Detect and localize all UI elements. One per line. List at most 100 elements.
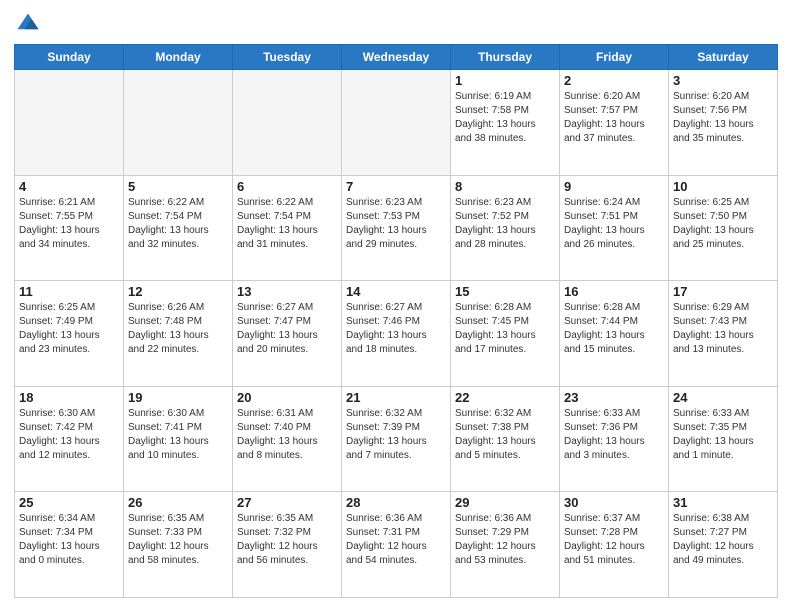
- day-number: 4: [19, 179, 119, 194]
- calendar-cell: 16 Sunrise: 6:28 AM Sunset: 7:44 PM Dayli…: [560, 281, 669, 387]
- day-info: Sunrise: 6:20 AM Sunset: 7:57 PM Dayligh…: [564, 90, 664, 146]
- day-number: 8: [455, 179, 555, 194]
- calendar-cell: 9 Sunrise: 6:24 AM Sunset: 7:51 PM Daylig…: [560, 175, 669, 281]
- calendar-cell: 24 Sunrise: 6:33 AM Sunset: 7:35 PM Dayli…: [669, 386, 778, 492]
- day-info: Sunrise: 6:27 AM Sunset: 7:47 PM Dayligh…: [237, 301, 337, 357]
- day-number: 11: [19, 284, 119, 299]
- calendar-cell: 15 Sunrise: 6:28 AM Sunset: 7:45 PM Dayli…: [451, 281, 560, 387]
- calendar-cell: [342, 70, 451, 176]
- calendar-cell: 30Sunrise: 6:37 AM Sunset: 7:28 PM Dayli…: [560, 492, 669, 598]
- calendar-cell: 18 Sunrise: 6:30 AM Sunset: 7:42 PM Dayli…: [15, 386, 124, 492]
- calendar-cell: 14 Sunrise: 6:27 AM Sunset: 7:46 PM Dayli…: [342, 281, 451, 387]
- calendar-week-4: 18 Sunrise: 6:30 AM Sunset: 7:42 PM Dayli…: [15, 386, 778, 492]
- day-info: Sunrise: 6:28 AM Sunset: 7:45 PM Dayligh…: [455, 301, 555, 357]
- calendar-cell: 7 Sunrise: 6:23 AM Sunset: 7:53 PM Daylig…: [342, 175, 451, 281]
- day-info: Sunrise: 6:33 AM Sunset: 7:35 PM Dayligh…: [673, 407, 773, 463]
- day-number: 12: [128, 284, 228, 299]
- calendar-cell: 29Sunrise: 6:36 AM Sunset: 7:29 PM Dayli…: [451, 492, 560, 598]
- day-info: Sunrise: 6:32 AM Sunset: 7:39 PM Dayligh…: [346, 407, 446, 463]
- day-info: Sunrise: 6:36 AM Sunset: 7:31 PM Dayligh…: [346, 512, 446, 568]
- day-info: Sunrise: 6:36 AM Sunset: 7:29 PM Dayligh…: [455, 512, 555, 568]
- day-info: Sunrise: 6:29 AM Sunset: 7:43 PM Dayligh…: [673, 301, 773, 357]
- day-info: Sunrise: 6:35 AM Sunset: 7:32 PM Dayligh…: [237, 512, 337, 568]
- day-number: 15: [455, 284, 555, 299]
- day-info: Sunrise: 6:27 AM Sunset: 7:46 PM Dayligh…: [346, 301, 446, 357]
- day-info: Sunrise: 6:25 AM Sunset: 7:49 PM Dayligh…: [19, 301, 119, 357]
- calendar-cell: 4 Sunrise: 6:21 AM Sunset: 7:55 PM Daylig…: [15, 175, 124, 281]
- day-info: Sunrise: 6:19 AM Sunset: 7:58 PM Dayligh…: [455, 90, 555, 146]
- calendar-header-row: SundayMondayTuesdayWednesdayThursdayFrid…: [15, 45, 778, 70]
- calendar-cell: 20 Sunrise: 6:31 AM Sunset: 7:40 PM Dayli…: [233, 386, 342, 492]
- day-number: 22: [455, 390, 555, 405]
- day-info: Sunrise: 6:31 AM Sunset: 7:40 PM Dayligh…: [237, 407, 337, 463]
- day-info: Sunrise: 6:20 AM Sunset: 7:56 PM Dayligh…: [673, 90, 773, 146]
- day-number: 16: [564, 284, 664, 299]
- calendar-cell: 3 Sunrise: 6:20 AM Sunset: 7:56 PM Daylig…: [669, 70, 778, 176]
- calendar-cell: [124, 70, 233, 176]
- day-info: Sunrise: 6:28 AM Sunset: 7:44 PM Dayligh…: [564, 301, 664, 357]
- day-number: 19: [128, 390, 228, 405]
- day-number: 25: [19, 495, 119, 510]
- header: [14, 10, 778, 38]
- day-number: 2: [564, 73, 664, 88]
- day-info: Sunrise: 6:32 AM Sunset: 7:38 PM Dayligh…: [455, 407, 555, 463]
- calendar-header-thursday: Thursday: [451, 45, 560, 70]
- day-number: 20: [237, 390, 337, 405]
- day-number: 31: [673, 495, 773, 510]
- calendar-cell: 12 Sunrise: 6:26 AM Sunset: 7:48 PM Dayli…: [124, 281, 233, 387]
- day-number: 18: [19, 390, 119, 405]
- day-info: Sunrise: 6:21 AM Sunset: 7:55 PM Dayligh…: [19, 196, 119, 252]
- calendar-cell: 11 Sunrise: 6:25 AM Sunset: 7:49 PM Dayli…: [15, 281, 124, 387]
- day-info: Sunrise: 6:23 AM Sunset: 7:53 PM Dayligh…: [346, 196, 446, 252]
- calendar-cell: 2 Sunrise: 6:20 AM Sunset: 7:57 PM Daylig…: [560, 70, 669, 176]
- day-number: 27: [237, 495, 337, 510]
- day-number: 24: [673, 390, 773, 405]
- day-number: 26: [128, 495, 228, 510]
- calendar-header-wednesday: Wednesday: [342, 45, 451, 70]
- calendar-header-saturday: Saturday: [669, 45, 778, 70]
- day-info: Sunrise: 6:30 AM Sunset: 7:42 PM Dayligh…: [19, 407, 119, 463]
- calendar-cell: [233, 70, 342, 176]
- calendar-cell: 21Sunrise: 6:32 AM Sunset: 7:39 PM Dayli…: [342, 386, 451, 492]
- calendar-cell: 10 Sunrise: 6:25 AM Sunset: 7:50 PM Dayli…: [669, 175, 778, 281]
- day-info: Sunrise: 6:23 AM Sunset: 7:52 PM Dayligh…: [455, 196, 555, 252]
- calendar-week-1: 1 Sunrise: 6:19 AM Sunset: 7:58 PM Daylig…: [15, 70, 778, 176]
- calendar-cell: 27 Sunrise: 6:35 AM Sunset: 7:32 PM Dayli…: [233, 492, 342, 598]
- day-info: Sunrise: 6:24 AM Sunset: 7:51 PM Dayligh…: [564, 196, 664, 252]
- day-number: 3: [673, 73, 773, 88]
- calendar-cell: 5 Sunrise: 6:22 AM Sunset: 7:54 PM Daylig…: [124, 175, 233, 281]
- day-info: Sunrise: 6:30 AM Sunset: 7:41 PM Dayligh…: [128, 407, 228, 463]
- calendar-table: SundayMondayTuesdayWednesdayThursdayFrid…: [14, 44, 778, 598]
- logo: [14, 10, 46, 38]
- calendar-header-sunday: Sunday: [15, 45, 124, 70]
- calendar-cell: 31 Sunrise: 6:38 AM Sunset: 7:27 PM Dayli…: [669, 492, 778, 598]
- logo-icon: [14, 10, 42, 38]
- calendar-cell: 25Sunrise: 6:34 AM Sunset: 7:34 PM Dayli…: [15, 492, 124, 598]
- calendar-cell: 13Sunrise: 6:27 AM Sunset: 7:47 PM Dayli…: [233, 281, 342, 387]
- day-info: Sunrise: 6:22 AM Sunset: 7:54 PM Dayligh…: [237, 196, 337, 252]
- day-info: Sunrise: 6:33 AM Sunset: 7:36 PM Dayligh…: [564, 407, 664, 463]
- day-info: Sunrise: 6:22 AM Sunset: 7:54 PM Dayligh…: [128, 196, 228, 252]
- day-number: 6: [237, 179, 337, 194]
- day-number: 14: [346, 284, 446, 299]
- day-info: Sunrise: 6:38 AM Sunset: 7:27 PM Dayligh…: [673, 512, 773, 568]
- calendar-cell: 1 Sunrise: 6:19 AM Sunset: 7:58 PM Daylig…: [451, 70, 560, 176]
- calendar-header-friday: Friday: [560, 45, 669, 70]
- calendar-cell: 22 Sunrise: 6:32 AM Sunset: 7:38 PM Dayli…: [451, 386, 560, 492]
- day-number: 10: [673, 179, 773, 194]
- day-info: Sunrise: 6:25 AM Sunset: 7:50 PM Dayligh…: [673, 196, 773, 252]
- calendar-cell: 23Sunrise: 6:33 AM Sunset: 7:36 PM Dayli…: [560, 386, 669, 492]
- calendar-cell: [15, 70, 124, 176]
- day-number: 5: [128, 179, 228, 194]
- day-number: 9: [564, 179, 664, 194]
- calendar-cell: 8 Sunrise: 6:23 AM Sunset: 7:52 PM Daylig…: [451, 175, 560, 281]
- day-info: Sunrise: 6:26 AM Sunset: 7:48 PM Dayligh…: [128, 301, 228, 357]
- day-number: 1: [455, 73, 555, 88]
- calendar-cell: 17 Sunrise: 6:29 AM Sunset: 7:43 PM Dayli…: [669, 281, 778, 387]
- calendar-cell: 6 Sunrise: 6:22 AM Sunset: 7:54 PM Daylig…: [233, 175, 342, 281]
- day-number: 17: [673, 284, 773, 299]
- calendar-week-3: 11 Sunrise: 6:25 AM Sunset: 7:49 PM Dayli…: [15, 281, 778, 387]
- day-number: 7: [346, 179, 446, 194]
- calendar-week-5: 25Sunrise: 6:34 AM Sunset: 7:34 PM Dayli…: [15, 492, 778, 598]
- calendar-cell: 28Sunrise: 6:36 AM Sunset: 7:31 PM Dayli…: [342, 492, 451, 598]
